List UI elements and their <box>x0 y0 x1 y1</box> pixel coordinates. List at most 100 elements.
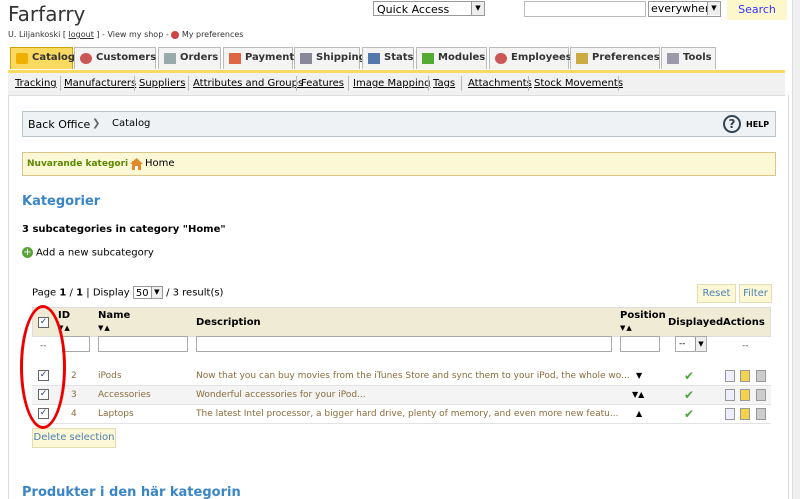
quick-access-select[interactable]: Quick Access ▼ <box>373 1 485 16</box>
check-icon[interactable]: ✔ <box>684 369 694 383</box>
subnav-attributes[interactable]: Attributes and Groups <box>193 78 303 89</box>
subnav-suppliers[interactable]: Suppliers <box>139 78 185 89</box>
truck-icon <box>300 53 312 64</box>
user-name: U. Liljankoski <box>8 30 61 39</box>
trash-icon[interactable] <box>756 389 766 401</box>
divider <box>618 76 619 91</box>
tab-payment[interactable]: Payment <box>223 47 294 69</box>
position-arrows[interactable]: ▼▲ <box>632 390 644 399</box>
subnav-manufacturers[interactable]: Manufacturers <box>64 78 136 89</box>
annotation-oval <box>20 305 66 429</box>
position-arrows[interactable]: ▼ <box>636 371 642 380</box>
help-icon: ? <box>723 115 741 133</box>
tab-employees[interactable]: Employees <box>489 47 572 69</box>
search-button[interactable]: Search <box>727 0 787 20</box>
table-row[interactable]: ✓ 2 iPods Now that you can buy movies fr… <box>32 367 771 386</box>
current-category-home-link[interactable]: Home <box>145 158 175 169</box>
section-title: Kategorier <box>22 194 101 209</box>
row-id: 2 <box>71 371 77 381</box>
row-id: 4 <box>71 409 77 419</box>
divider <box>348 76 349 91</box>
chevron-down-icon: ▼ <box>707 2 720 15</box>
chevron-down-icon: ▼ <box>150 287 162 298</box>
search-input[interactable] <box>524 1 646 17</box>
trash-icon[interactable] <box>756 370 766 382</box>
pager-label: Page <box>32 287 57 299</box>
subnav-tags[interactable]: Tags <box>433 78 455 89</box>
sort-arrows[interactable]: ▼▲ <box>620 324 633 332</box>
tab-customers[interactable]: Customers <box>74 47 156 69</box>
pager: Page 1 / 1 | Display 50 ▼ / 3 result(s) <box>32 286 224 299</box>
cart-icon <box>164 53 176 64</box>
plus-icon: + <box>22 247 33 258</box>
edit-icon[interactable] <box>740 370 750 382</box>
view-icon[interactable] <box>725 389 735 401</box>
view-icon[interactable] <box>725 370 735 382</box>
tab-label: Customers <box>96 52 157 63</box>
products-section-title: Produkter i den här kategorin <box>22 485 241 499</box>
row-name: Accessories <box>98 390 151 400</box>
tab-label: Shipping <box>316 52 366 63</box>
tab-label: Orders <box>180 52 219 63</box>
pager-current: 1 <box>59 287 67 299</box>
subnav-attachments[interactable]: Attachments <box>468 78 532 89</box>
page: Farfarry U. Liljankoski [ logout ] - Vie… <box>0 0 792 499</box>
edit-icon[interactable] <box>740 389 750 401</box>
position-arrows[interactable]: ▲ <box>636 409 642 418</box>
per-page-select[interactable]: 50 ▼ <box>132 286 163 299</box>
breadcrumb: Back Office ❯ Catalog ? HELP <box>22 111 776 137</box>
filter-description-input[interactable] <box>196 336 612 352</box>
tab-orders[interactable]: Orders <box>158 47 221 69</box>
divider <box>296 76 297 91</box>
check-icon[interactable]: ✔ <box>684 407 694 421</box>
sort-arrows[interactable]: ▼▲ <box>98 324 111 332</box>
pager-results: / 3 result(s) <box>166 287 224 299</box>
table-row[interactable]: ✓ 3 Accessories Wonderful accessories fo… <box>32 386 771 405</box>
pager-display-label: | Display <box>86 287 130 299</box>
employee-icon <box>171 30 180 39</box>
help-button[interactable]: ? HELP <box>723 115 771 135</box>
subnav-features[interactable]: Features <box>301 78 344 89</box>
delete-selection-button[interactable]: Delete selection <box>32 428 116 448</box>
tab-preferences[interactable]: Preferences <box>570 47 660 69</box>
view-shop-link[interactable]: View my shop <box>107 30 163 39</box>
scrollbar[interactable] <box>792 0 800 499</box>
chart-icon <box>368 53 380 64</box>
tab-catalog[interactable]: Catalog <box>10 47 75 69</box>
current-category-label: Nuvarande kategori : <box>27 159 135 169</box>
employees-icon <box>495 53 507 64</box>
add-subcategory-link[interactable]: + Add a new subcategory <box>22 247 154 259</box>
tab-shipping[interactable]: Shipping <box>294 47 366 69</box>
tab-stats[interactable]: Stats <box>362 47 414 69</box>
view-icon[interactable] <box>725 408 735 420</box>
trash-icon[interactable] <box>756 408 766 420</box>
check-icon[interactable]: ✔ <box>684 388 694 402</box>
subnav-image-mapping[interactable]: Image Mapping <box>353 78 430 89</box>
filter-position-input[interactable] <box>620 336 660 352</box>
row-description: The latest Intel processor, a bigger har… <box>196 409 619 419</box>
subnav-tracking[interactable]: Tracking <box>15 78 57 89</box>
help-label: HELP <box>746 120 770 129</box>
catalog-subnav: Tracking Manufacturers Suppliers Attribu… <box>8 73 785 96</box>
row-id: 3 <box>71 390 77 400</box>
row-name: iPods <box>98 371 122 381</box>
filter-name-input[interactable] <box>98 336 188 352</box>
search-scope-select[interactable]: everywhere ▼ <box>648 1 721 17</box>
tab-tools[interactable]: Tools <box>661 47 716 69</box>
subnav-stock-movements[interactable]: Stock Movements <box>534 78 623 89</box>
logout-link[interactable]: logout <box>69 30 94 39</box>
filter-button[interactable]: Filter <box>739 284 772 303</box>
subcategory-count: 3 subcategories in category "Home" <box>22 224 226 235</box>
breadcrumb-root[interactable]: Back Office <box>28 118 90 131</box>
col-displayed: Displayed <box>668 317 724 328</box>
chevron-right-icon: ❯ <box>92 118 101 129</box>
filter-displayed-select[interactable]: -- ▼ <box>675 336 707 352</box>
folder-icon <box>16 53 28 64</box>
filter-id-input[interactable] <box>62 336 90 352</box>
reset-button[interactable]: Reset <box>697 284 736 303</box>
tab-modules[interactable]: Modules <box>416 47 487 69</box>
tab-label: Employees <box>511 52 572 63</box>
table-row[interactable]: ✓ 4 Laptops The latest Intel processor, … <box>32 405 771 424</box>
edit-icon[interactable] <box>740 408 750 420</box>
preferences-link[interactable]: My preferences <box>182 30 244 39</box>
